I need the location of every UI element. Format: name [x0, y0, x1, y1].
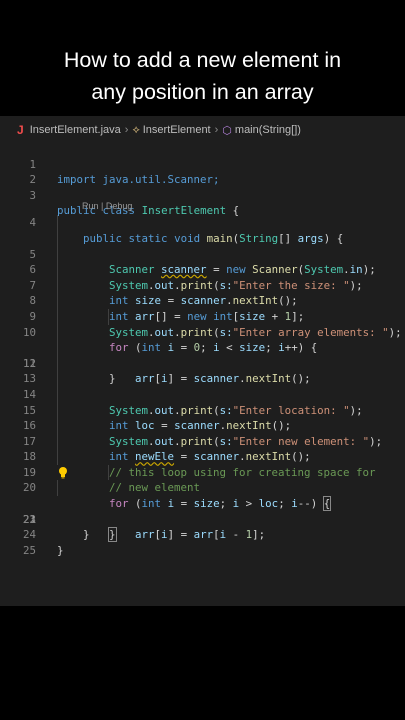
code-line: 15 int loc = scanner.nextInt();	[0, 371, 405, 432]
caption-line-2: any position in an array	[91, 80, 314, 104]
indent-guide	[108, 464, 109, 481]
code-line: 24 }	[0, 512, 405, 557]
line-code: }	[57, 543, 64, 559]
indent-guide	[57, 371, 58, 387]
code-line: 25	[0, 527, 405, 557]
indent-guide	[57, 433, 58, 450]
indent-guide	[57, 246, 58, 263]
code-line: 1 import java.util.Scanner;	[0, 141, 405, 187]
breadcrumb-file[interactable]: InsertElement.java	[30, 124, 121, 136]
code-line: 19 // new element	[0, 433, 405, 494]
line-number: 25	[22, 543, 36, 557]
code-line: 12 }	[0, 324, 405, 385]
code-line: 22 }	[0, 480, 405, 543]
code-line: 8 int arr[] = new int[size + 1];	[0, 262, 405, 323]
caption-line-1: How to add a new element in	[63, 48, 342, 72]
indent-guide	[57, 215, 58, 231]
code-line: 18 // this loop using for creating space…	[0, 418, 405, 479]
code-line: 5 Scanner scanner = new Scanner(System.i…	[0, 215, 405, 276]
code-line: 11 arr[i] = scanner.nextInt();	[0, 308, 405, 385]
code-line: 4 public static void main(String[] args)…	[0, 200, 405, 245]
indent-guide	[57, 308, 58, 325]
code-line: 6 System.out.print(s:"Enter the size: ")…	[0, 230, 405, 292]
lightbulb-icon[interactable]	[57, 466, 69, 479]
chevron-right-icon: ›	[124, 124, 129, 136]
indent-guide	[57, 324, 58, 341]
breadcrumb: J InsertElement.java › ⟡ InsertElement ›…	[0, 116, 405, 144]
code-line: 23 }	[0, 496, 405, 542]
code-area[interactable]: 1 import java.util.Scanner; 2 3 public c…	[0, 141, 405, 557]
video-caption: How to add a new element in any position…	[0, 44, 405, 108]
indent-guide	[57, 449, 58, 465]
code-line: 17 int newEle = scanner.nextInt();	[0, 402, 405, 463]
indent-guide	[57, 293, 58, 309]
code-line: 16 System.out.print(s:"Enter new element…	[0, 386, 405, 448]
indent-guide	[57, 262, 58, 278]
code-line: 13	[0, 340, 405, 385]
class-symbol-icon: ⟡	[132, 123, 140, 136]
token: }	[57, 543, 64, 557]
indent-guide	[57, 480, 58, 497]
method-cube-icon: ⬡	[222, 124, 232, 137]
indent-guide	[57, 277, 58, 294]
code-line: 9 System.out.print(s:"Enter array elemen…	[0, 277, 405, 339]
java-file-icon: J	[17, 123, 24, 137]
code-editor[interactable]: J InsertElement.java › ⟡ InsertElement ›…	[0, 116, 405, 606]
breadcrumb-class[interactable]: InsertElement	[143, 124, 211, 136]
indent-guide	[108, 308, 109, 325]
indent-guide	[57, 418, 58, 434]
breadcrumb-method[interactable]: main(String[])	[235, 124, 301, 136]
code-line: 3 public class InsertElement {	[0, 172, 405, 218]
code-line: 7 int size = scanner.nextInt();	[0, 246, 405, 307]
code-line: 20 for (int i = size; i > loc; i--) {	[0, 449, 405, 512]
code-line: 14 System.out.print(s:"Enter location: "…	[0, 355, 405, 417]
code-line: 10 for (int i = 0; i < size; i++) {	[0, 293, 405, 354]
indent-guide	[57, 340, 58, 356]
indent-guide	[57, 230, 58, 247]
indent-guide	[57, 402, 58, 419]
code-line: 2	[0, 157, 405, 186]
chevron-right-icon: ›	[214, 124, 219, 136]
indent-guide	[57, 355, 58, 372]
codelens-row: Run | Debug	[0, 188, 405, 211]
code-line: 21 arr[i] = arr[i - 1];	[0, 464, 405, 541]
indent-guide	[57, 386, 58, 403]
